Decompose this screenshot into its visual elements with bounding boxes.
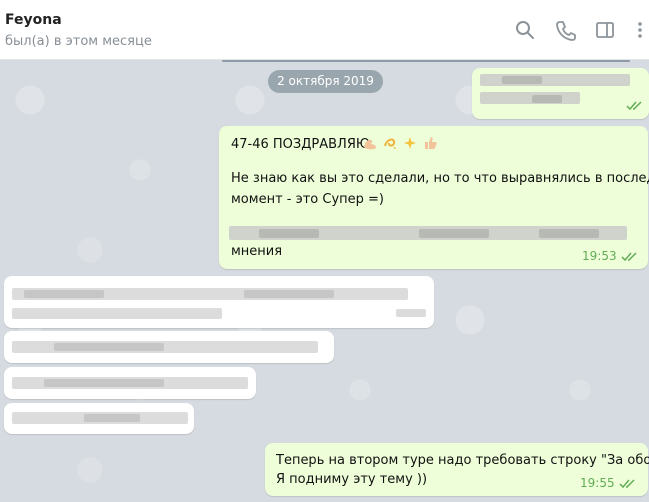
blurred-text bbox=[532, 95, 562, 103]
sparkles-emoji bbox=[404, 137, 416, 149]
flexed-biceps-emoji bbox=[364, 139, 376, 150]
message-bubble-incoming[interactable] bbox=[4, 403, 194, 434]
phone-icon[interactable] bbox=[555, 19, 577, 41]
message-bubble-incoming[interactable] bbox=[4, 367, 256, 399]
blurred-text bbox=[502, 76, 542, 84]
contact-name[interactable]: Feyona bbox=[5, 12, 62, 28]
blurred-text bbox=[244, 290, 334, 298]
blurred-text bbox=[24, 290, 104, 298]
blurred-text bbox=[396, 309, 426, 317]
search-icon[interactable] bbox=[514, 19, 536, 41]
message-time: 19:55 bbox=[580, 476, 615, 490]
message-text: Не знаю как вы это сделали, но то что вы… bbox=[231, 171, 649, 186]
message-bubble-incoming[interactable] bbox=[4, 276, 434, 328]
blurred-text bbox=[419, 229, 489, 238]
message-edge bbox=[222, 60, 630, 62]
sidebar-toggle-icon[interactable] bbox=[594, 19, 616, 41]
blurred-text bbox=[539, 229, 599, 238]
more-vertical-icon[interactable] bbox=[629, 19, 649, 41]
message-text: 47-46 ПОЗДРАВЛЯЮ bbox=[231, 137, 370, 152]
message-time: 19:53 bbox=[582, 249, 617, 263]
date-separator: 2 октября 2019 bbox=[268, 70, 383, 93]
blurred-text bbox=[44, 379, 164, 387]
message-bubble-outgoing[interactable]: 47-46 ПОЗДРАВЛЯЮ Не знаю как вы это сдел… bbox=[219, 126, 649, 269]
read-ticks-icon bbox=[619, 479, 635, 489]
blurred-text bbox=[54, 343, 164, 351]
message-line: 47-46 ПОЗДРАВЛЯЮ bbox=[231, 137, 370, 152]
message-text: Я подниму эту тему )) bbox=[276, 472, 428, 487]
blurred-text bbox=[84, 414, 140, 422]
message-text: момент - это Супер =) bbox=[231, 192, 385, 207]
blurred-text bbox=[12, 308, 222, 319]
thumbs-up-emoji bbox=[425, 137, 437, 149]
dizzy-emoji bbox=[384, 138, 396, 149]
read-ticks-icon bbox=[621, 252, 637, 262]
message-text: мнения bbox=[231, 244, 283, 259]
blurred-text bbox=[259, 229, 319, 238]
message-bubble-incoming[interactable] bbox=[4, 331, 334, 363]
message-bubble-outgoing[interactable]: Теперь на втором туре надо требовать стр… bbox=[265, 443, 649, 496]
contact-status: был(а) в этом месяце bbox=[5, 34, 152, 49]
message-text: Теперь на втором туре надо требовать стр… bbox=[276, 453, 649, 468]
message-bubble-outgoing[interactable] bbox=[472, 68, 649, 119]
blurred-text bbox=[480, 92, 580, 104]
chat-header: Feyona был(а) в этом месяце bbox=[0, 0, 649, 60]
read-ticks-icon bbox=[626, 101, 642, 111]
